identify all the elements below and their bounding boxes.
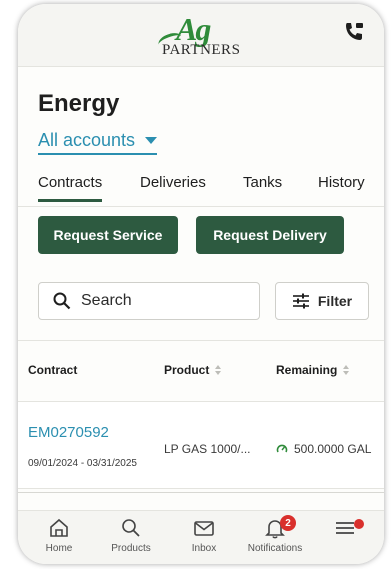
phone-icon[interactable]: [342, 20, 366, 44]
account-selector[interactable]: All accounts: [38, 130, 158, 155]
nav-home[interactable]: Home: [24, 517, 94, 554]
column-header-product[interactable]: Product: [164, 363, 222, 377]
column-header-remaining[interactable]: Remaining: [276, 363, 350, 377]
nav-products[interactable]: Products: [96, 517, 166, 554]
bottom-navigation: Home Products Inbox 2 Notifications: [18, 510, 384, 564]
search-label: Search: [81, 292, 132, 309]
chevron-down-icon: [145, 137, 158, 144]
menu-alert-dot: [354, 519, 364, 529]
search-icon: [53, 292, 71, 310]
column-contract-label: Contract: [28, 363, 78, 377]
column-header-contract[interactable]: Contract: [28, 363, 77, 377]
logo-ag-text: Ag: [176, 11, 211, 47]
table-header: Contract Product Remaining: [18, 340, 384, 402]
nav-menu[interactable]: [310, 517, 380, 543]
request-delivery-button[interactable]: Request Delivery: [196, 216, 344, 254]
contract-dates: 09/01/2024 - 03/31/2025: [28, 458, 137, 469]
tab-tanks[interactable]: Tanks: [243, 174, 282, 191]
column-remaining-label: Remaining: [276, 363, 338, 377]
tab-history[interactable]: History: [318, 174, 365, 191]
app-header: Ag PARTNERS: [18, 4, 384, 67]
nav-inbox[interactable]: Inbox: [169, 517, 239, 554]
gauge-icon: [276, 444, 288, 453]
remaining-value: 500.0000 GAL: [294, 442, 372, 456]
nav-home-label: Home: [45, 543, 73, 554]
sort-icon: [343, 365, 350, 375]
sliders-icon: [292, 293, 309, 309]
ag-partners-logo[interactable]: Ag PARTNERS: [156, 11, 250, 60]
tab-contracts[interactable]: Contracts: [38, 174, 103, 202]
nav-products-label: Products: [111, 543, 151, 554]
account-selector-label: All accounts: [38, 130, 136, 150]
notification-badge: 2: [280, 515, 296, 531]
mail-icon: [194, 521, 214, 536]
column-product-label: Product: [164, 363, 210, 377]
logo-partners-text: PARTNERS: [162, 42, 241, 58]
contract-link[interactable]: EM0270592: [28, 424, 109, 441]
search-input[interactable]: Search: [38, 282, 260, 320]
filter-button[interactable]: Filter: [275, 282, 369, 320]
nav-inbox-label: Inbox: [191, 543, 217, 554]
tab-deliveries[interactable]: Deliveries: [140, 174, 206, 191]
tab-bar: Contracts Deliveries Tanks History: [18, 174, 384, 207]
nav-notifications[interactable]: 2 Notifications: [240, 515, 310, 554]
menu-icon: [336, 522, 354, 534]
table-row[interactable]: EM0270592 09/01/2024 - 03/31/2025 LP GAS…: [18, 402, 384, 489]
filter-label: Filter: [317, 293, 353, 309]
app-screen: Ag PARTNERS Energy All accounts Contract…: [18, 4, 384, 564]
request-service-button[interactable]: Request Service: [38, 216, 178, 254]
page-title: Energy: [38, 90, 120, 117]
home-icon: [50, 518, 68, 537]
nav-notifications-label: Notifications: [247, 543, 303, 554]
product-cell: LP GAS 1000/...: [164, 442, 251, 456]
search-icon: [122, 519, 140, 537]
remaining-cell: 500.0000 GAL: [276, 442, 371, 456]
sort-icon: [215, 365, 222, 375]
divider: [18, 492, 384, 493]
